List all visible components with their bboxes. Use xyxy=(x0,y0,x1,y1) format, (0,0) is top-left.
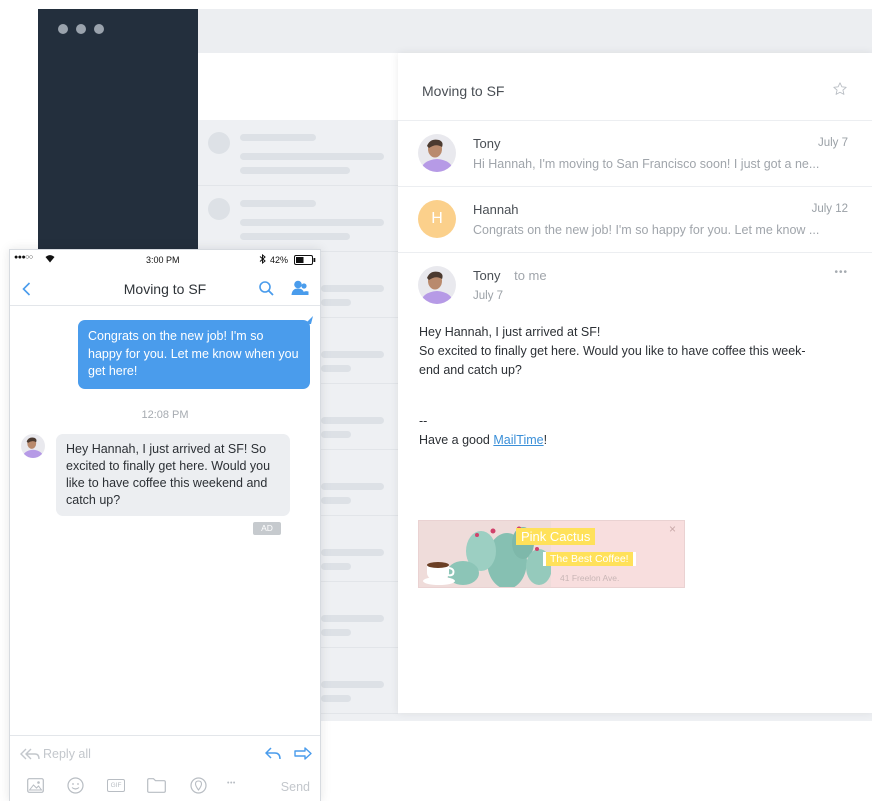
placeholder-line xyxy=(321,695,351,702)
folder-icon[interactable] xyxy=(147,778,166,793)
forward-icon[interactable] xyxy=(294,747,312,760)
image-icon[interactable] xyxy=(27,778,44,793)
gif-icon[interactable]: GIF xyxy=(107,779,125,792)
ad-badge[interactable]: AD xyxy=(253,522,281,535)
message-list-header xyxy=(198,53,398,120)
sender-name: Tony to me xyxy=(473,268,547,283)
message-body: Hey Hannah, I just arrived at SF! So exc… xyxy=(419,323,849,450)
avatar-tony xyxy=(21,434,45,458)
bubble-tail-icon xyxy=(305,316,313,324)
body-line: Hey Hannah, I just arrived at SF! xyxy=(419,325,601,339)
placeholder-line xyxy=(321,615,384,622)
window-controls xyxy=(58,24,104,34)
placeholder-line xyxy=(321,563,351,570)
placeholder-line xyxy=(321,681,384,688)
wifi-icon xyxy=(45,255,55,263)
email-reader-pane: Moving to SF Tony July 7 Hi Hannah, I'm … xyxy=(398,53,872,713)
sender-name: Tony xyxy=(473,136,501,151)
screenshot-stage: Moving to SF Tony July 7 Hi Hannah, I'm … xyxy=(0,0,872,801)
recipient-text: to me xyxy=(514,268,547,283)
placeholder-line xyxy=(240,219,384,226)
open-message-header: Tony to me July 7 ••• xyxy=(398,252,872,324)
message-timestamp: 12:08 PM xyxy=(141,409,189,421)
placeholder-line xyxy=(321,351,384,358)
location-icon[interactable] xyxy=(190,777,207,794)
message-date: July 7 xyxy=(817,137,848,149)
mobile-phone-screen: ●●●○○ 3:00 PM 42% Moving to SF Congrats … xyxy=(9,249,321,801)
body-line: So excited to finally get here. Would yo… xyxy=(419,344,806,358)
signature-separator: -- xyxy=(419,414,428,428)
thread-subject: Moving to SF xyxy=(422,83,505,99)
conversation-navbar: Moving to SF xyxy=(10,272,320,306)
compose-toolbar: GIF ••• Send xyxy=(10,771,320,801)
placeholder-line xyxy=(321,483,384,490)
ad-tagline: The Best Coffee! xyxy=(546,552,633,566)
sender-name-text: Tony xyxy=(473,268,501,283)
reply-bar: Reply all xyxy=(10,735,320,771)
window-toolbar xyxy=(198,9,872,53)
incoming-message-bubble[interactable]: Hey Hannah, I just arrived at SF! So exc… xyxy=(56,434,290,516)
avatar-tony xyxy=(418,134,456,172)
window-zoom-dot[interactable] xyxy=(94,24,104,34)
list-item-placeholder[interactable] xyxy=(198,120,398,186)
more-icon[interactable]: ••• xyxy=(834,267,848,278)
message-date: July 12 xyxy=(811,203,848,215)
emoji-icon[interactable] xyxy=(67,777,84,794)
status-time: 3:00 PM xyxy=(146,255,180,265)
placeholder-line xyxy=(240,200,316,207)
body-line: end and catch up? xyxy=(419,363,522,377)
placeholder-line xyxy=(321,629,351,636)
signal-dots-icon: ●●●○○ xyxy=(14,254,33,261)
window-minimize-dot[interactable] xyxy=(76,24,86,34)
bluetooth-icon xyxy=(259,254,266,264)
sender-name: Hannah xyxy=(473,202,519,217)
reply-icon[interactable] xyxy=(265,747,281,760)
more-icon[interactable]: ••• xyxy=(227,780,236,787)
reply-all-input[interactable]: Reply all xyxy=(43,747,91,761)
placeholder-line xyxy=(240,233,350,240)
list-item-placeholder[interactable] xyxy=(198,186,398,252)
placeholder-line xyxy=(240,134,316,141)
search-icon[interactable] xyxy=(259,281,274,296)
star-icon[interactable] xyxy=(832,81,848,97)
signature-text: Have a good xyxy=(419,433,494,447)
placeholder-line xyxy=(321,299,351,306)
reply-all-icon[interactable] xyxy=(20,748,40,760)
placeholder-line xyxy=(240,167,350,174)
message-snippet: Hi Hannah, I'm moving to San Francisco s… xyxy=(473,157,820,171)
mailtime-link[interactable]: MailTime xyxy=(493,433,543,447)
contacts-icon[interactable] xyxy=(291,280,309,296)
window-close-dot[interactable] xyxy=(58,24,68,34)
placeholder-line xyxy=(321,549,384,556)
placeholder-line xyxy=(321,285,384,292)
ad-close-icon[interactable]: × xyxy=(669,522,676,536)
battery-icon xyxy=(294,255,316,265)
placeholder-line xyxy=(240,153,384,160)
outgoing-message-bubble[interactable]: Congrats on the new job! I'm so happy fo… xyxy=(78,320,310,389)
ad-banner[interactable]: Pink Cactus The Best Coffee! 41 Freelon … xyxy=(418,520,685,588)
thread-item-tony[interactable]: Tony July 7 Hi Hannah, I'm moving to San… xyxy=(398,120,872,186)
message-snippet: Congrats on the new job! I'm so happy fo… xyxy=(473,223,820,237)
avatar-tony xyxy=(418,266,456,304)
ad-address: 41 Freelon Ave. xyxy=(560,573,620,583)
signature: Have a good MailTime! xyxy=(419,431,849,450)
placeholder-line xyxy=(321,431,351,438)
placeholder-avatar xyxy=(208,132,230,154)
signature-end: ! xyxy=(543,433,548,447)
status-bar: ●●●○○ 3:00 PM 42% xyxy=(10,250,320,272)
placeholder-avatar xyxy=(208,198,230,220)
send-button[interactable]: Send xyxy=(281,780,310,794)
thread-item-hannah[interactable]: H Hannah July 12 Congrats on the new job… xyxy=(398,186,872,252)
message-date: July 7 xyxy=(473,290,504,302)
placeholder-line xyxy=(321,417,384,424)
placeholder-line xyxy=(321,365,351,372)
avatar-hannah: H xyxy=(418,200,456,238)
battery-percent: 42% xyxy=(270,255,289,265)
placeholder-line xyxy=(321,497,351,504)
ad-business-name: Pink Cactus xyxy=(516,528,596,545)
